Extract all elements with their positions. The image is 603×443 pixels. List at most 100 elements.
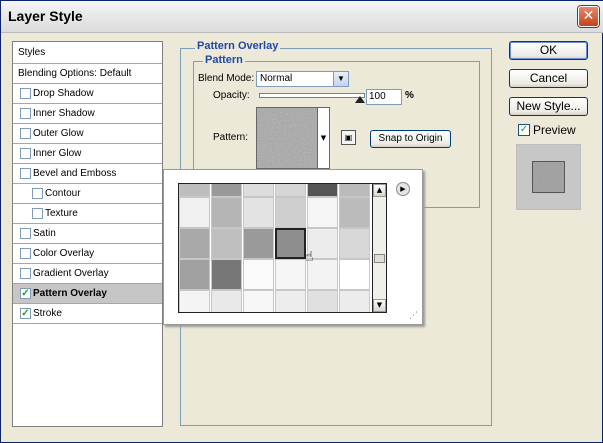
close-icon[interactable]: ✕	[578, 6, 599, 27]
style-item-label: Color Overlay	[33, 248, 95, 259]
style-item[interactable]: Outer Glow	[13, 124, 162, 144]
pattern-thumbnail[interactable]	[275, 184, 306, 197]
pattern-thumbnail[interactable]	[307, 184, 338, 197]
pattern-thumbnail[interactable]	[243, 197, 274, 228]
style-item-label: Gradient Overlay	[33, 268, 109, 279]
pattern-thumbnail[interactable]	[275, 197, 306, 228]
style-item[interactable]: Gradient Overlay	[13, 264, 162, 284]
style-checkbox[interactable]	[20, 88, 31, 99]
style-item-label: Bevel and Emboss	[33, 168, 117, 179]
new-preset-icon[interactable]: ▣	[341, 130, 356, 145]
pattern-thumbnail[interactable]	[211, 290, 242, 312]
style-item[interactable]: Drop Shadow	[13, 84, 162, 104]
style-item[interactable]: Contour	[13, 184, 162, 204]
style-item[interactable]: ✓ Pattern Overlay	[13, 284, 162, 304]
style-item[interactable]: Inner Shadow	[13, 104, 162, 124]
style-item-label: Inner Shadow	[33, 108, 95, 119]
pattern-dropdown-arrow[interactable]: ▼	[318, 107, 330, 169]
window-title: Layer Style	[8, 8, 83, 24]
pattern-thumbnail[interactable]	[307, 197, 338, 228]
preview-label: Preview	[533, 123, 576, 137]
chevron-down-icon: ▼	[333, 72, 348, 86]
preview-checkbox[interactable]: ✓	[518, 124, 530, 136]
style-checkbox[interactable]	[32, 188, 43, 199]
pattern-thumbnail[interactable]	[243, 259, 274, 290]
blend-mode-label: Blend Mode:	[198, 73, 255, 84]
ok-button[interactable]: OK	[509, 41, 588, 60]
style-checkbox[interactable]: ✓	[20, 308, 31, 319]
style-checkbox[interactable]	[32, 208, 43, 219]
pattern-scrollbar[interactable]: ▲ ▼	[373, 183, 387, 313]
opacity-slider-track[interactable]	[259, 93, 365, 98]
style-item-label: Outer Glow	[33, 128, 84, 139]
pattern-thumbnail[interactable]	[243, 184, 274, 197]
pattern-thumbnail[interactable]	[211, 184, 242, 197]
blending-options-item[interactable]: Blending Options: Default	[13, 64, 162, 84]
new-style-button[interactable]: New Style...	[509, 97, 588, 116]
style-checkbox[interactable]	[20, 108, 31, 119]
pattern-thumbnail[interactable]	[275, 290, 306, 312]
blend-mode-select[interactable]: Normal ▼	[256, 71, 349, 87]
scroll-up-icon[interactable]: ▲	[373, 184, 386, 197]
style-item[interactable]: ✓ Stroke	[13, 304, 162, 324]
pattern-thumbnail[interactable]	[179, 290, 210, 312]
styles-header-label: Styles	[18, 47, 46, 58]
pattern-thumbnail[interactable]	[179, 228, 210, 259]
opacity-input[interactable]: 100	[366, 89, 402, 105]
pattern-grid: ☝	[178, 183, 373, 313]
pattern-thumbnail[interactable]	[275, 228, 306, 259]
pattern-subgroup-title: Pattern	[203, 54, 245, 66]
pattern-thumbnail[interactable]	[275, 259, 306, 290]
style-item[interactable]: Bevel and Emboss	[13, 164, 162, 184]
pattern-thumbnail[interactable]	[211, 228, 242, 259]
style-item-label: Satin	[33, 228, 56, 239]
snap-to-origin-button[interactable]: Snap to Origin	[370, 130, 451, 148]
pattern-overlay-title: Pattern Overlay	[195, 40, 281, 52]
style-checkbox[interactable]: ✓	[20, 288, 31, 299]
pattern-thumbnail[interactable]	[243, 228, 274, 259]
pattern-picker-popup: ☝ ▲ ▼ ▶ ⋰	[163, 169, 423, 325]
pattern-thumbnail[interactable]	[243, 290, 274, 312]
style-item-label: Inner Glow	[33, 148, 82, 159]
style-item-label: Stroke	[33, 308, 62, 319]
picker-menu-icon[interactable]: ▶	[396, 182, 410, 196]
pattern-thumbnail[interactable]	[339, 197, 370, 228]
resize-grip-icon[interactable]: ⋰	[409, 311, 420, 322]
pattern-thumbnail[interactable]	[339, 228, 370, 259]
pattern-swatch[interactable]	[256, 107, 318, 169]
style-item[interactable]: Color Overlay	[13, 244, 162, 264]
pattern-thumbnail[interactable]	[179, 259, 210, 290]
styles-header[interactable]: Styles	[13, 42, 162, 64]
blend-mode-value: Normal	[260, 73, 293, 84]
pattern-thumbnail[interactable]	[339, 184, 370, 197]
preview-thumbnail	[532, 161, 565, 193]
styles-list: Styles Blending Options: Default Drop Sh…	[12, 41, 163, 427]
style-item[interactable]: Inner Glow	[13, 144, 162, 164]
pattern-thumbnail[interactable]	[179, 197, 210, 228]
style-item[interactable]: Texture	[13, 204, 162, 224]
style-checkbox[interactable]	[20, 128, 31, 139]
pattern-thumbnail[interactable]	[179, 184, 210, 197]
opacity-unit: %	[405, 90, 414, 101]
style-item[interactable]: Satin	[13, 224, 162, 244]
style-item-label: Drop Shadow	[33, 88, 94, 99]
style-checkbox[interactable]	[20, 148, 31, 159]
opacity-label: Opacity:	[213, 90, 250, 101]
scroll-down-icon[interactable]: ▼	[373, 299, 386, 312]
style-checkbox[interactable]	[20, 248, 31, 259]
style-item-label: Contour	[45, 188, 81, 199]
title-bar: Layer Style ✕	[1, 1, 603, 33]
style-item-label: Texture	[45, 208, 78, 219]
style-preview	[516, 144, 581, 210]
style-checkbox[interactable]	[20, 228, 31, 239]
pattern-thumbnail[interactable]	[307, 290, 338, 312]
pattern-thumbnail[interactable]	[339, 290, 370, 312]
cancel-button[interactable]: Cancel	[509, 69, 588, 88]
scroll-thumb[interactable]	[374, 254, 385, 263]
pattern-thumbnail[interactable]	[339, 259, 370, 290]
pattern-thumbnail[interactable]	[211, 197, 242, 228]
pattern-thumbnail[interactable]	[211, 259, 242, 290]
opacity-slider-thumb[interactable]	[355, 96, 365, 103]
style-checkbox[interactable]	[20, 268, 31, 279]
style-checkbox[interactable]	[20, 168, 31, 179]
